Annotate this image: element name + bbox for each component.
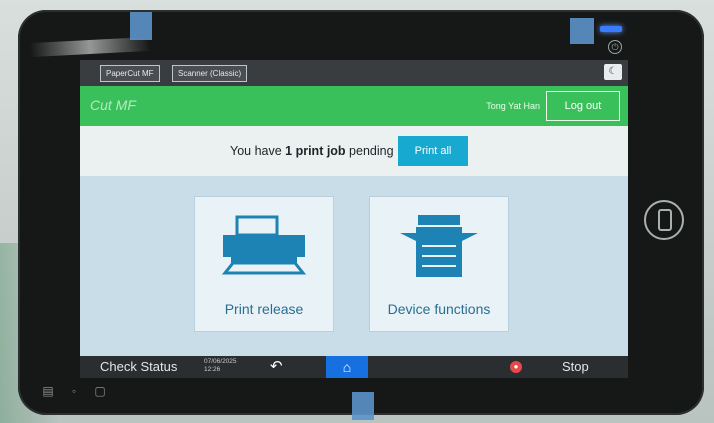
user-name: Tong Yat Han bbox=[486, 101, 540, 111]
check-status-button[interactable]: Check Status bbox=[100, 359, 177, 374]
touch-screen: PaperCut MF Scanner (Classic) ☾ Cut MF T… bbox=[80, 60, 628, 378]
brand-logo: Cut MF bbox=[90, 97, 136, 113]
device-functions-tile[interactable]: Device functions bbox=[369, 196, 509, 332]
printer-icon bbox=[221, 215, 307, 275]
hardware-icons: ▤ ◦ ▢ bbox=[40, 384, 108, 398]
stop-button[interactable]: Stop bbox=[562, 359, 589, 374]
app-switcher-bar: PaperCut MF Scanner (Classic) ☾ bbox=[80, 60, 628, 86]
tape-strip bbox=[570, 18, 594, 44]
time-text: 12:26 bbox=[204, 366, 221, 373]
pending-prefix: You have bbox=[230, 144, 286, 158]
pending-suffix: pending bbox=[345, 144, 394, 158]
print-release-tile[interactable]: Print release bbox=[194, 196, 334, 332]
logout-button[interactable]: Log out bbox=[546, 91, 620, 121]
power-icon[interactable]: ⏻ bbox=[608, 40, 622, 54]
system-bar: Check Status 07/06/2025 12:26 ↶ ⌂ ● Stop bbox=[80, 356, 628, 378]
stop-icon[interactable]: ● bbox=[510, 361, 522, 373]
header-bar: Cut MF Tong Yat Han Log out bbox=[80, 86, 628, 126]
home-icon[interactable]: ⌂ bbox=[326, 356, 368, 378]
pending-jobs-bar: You have 1 print job pending Print all bbox=[80, 126, 628, 176]
status-led bbox=[600, 26, 622, 32]
document-icon: ▢ bbox=[94, 384, 106, 398]
date-time: 07/06/2025 12:26 bbox=[204, 358, 237, 374]
tiles-area: Print release Device functions bbox=[80, 176, 628, 356]
night-mode-icon[interactable]: ☾ bbox=[604, 64, 622, 80]
key-icon: ◦ bbox=[71, 384, 77, 398]
nfc-phone-icon bbox=[644, 200, 684, 240]
date-text: 07/06/2025 bbox=[204, 358, 237, 365]
pending-message: You have 1 print job pending bbox=[230, 144, 394, 158]
print-all-button[interactable]: Print all bbox=[398, 136, 468, 166]
pending-count: 1 print job bbox=[285, 144, 346, 158]
device-functions-label: Device functions bbox=[387, 301, 491, 317]
print-release-label: Print release bbox=[224, 301, 304, 317]
lock-icon: ▤ bbox=[42, 384, 54, 398]
copier-icon bbox=[400, 215, 478, 277]
tape-strip bbox=[130, 12, 152, 40]
tab-scanner[interactable]: Scanner (Classic) bbox=[172, 65, 248, 82]
back-arrow-icon[interactable]: ↶ bbox=[270, 357, 283, 375]
tab-papercut[interactable]: PaperCut MF bbox=[100, 65, 160, 82]
tape-strip bbox=[352, 392, 374, 420]
